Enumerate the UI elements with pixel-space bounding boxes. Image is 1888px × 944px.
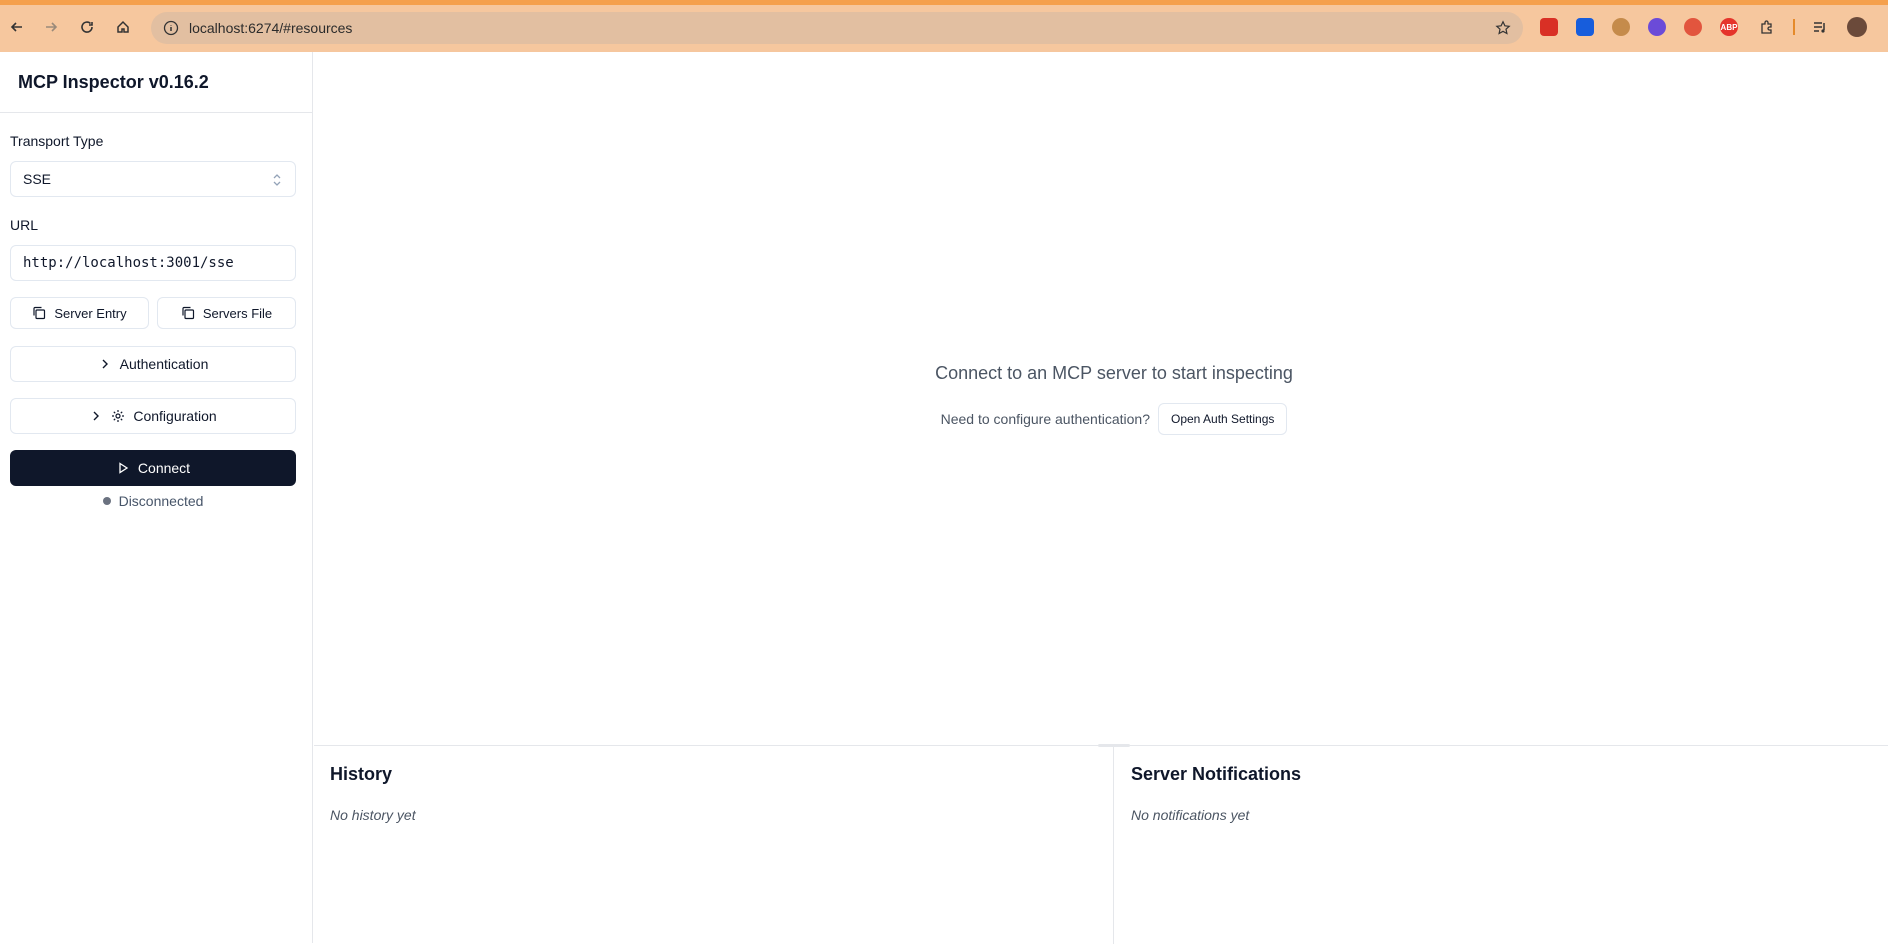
reload-button[interactable] [75, 15, 99, 39]
configuration-label: Configuration [133, 408, 217, 424]
empty-state-title: Connect to an MCP server to start inspec… [935, 363, 1293, 383]
browser-toolbar: localhost:6274/#resources ABP [0, 0, 1888, 52]
app-title: MCP Inspector v0.16.2 [18, 71, 209, 92]
arrow-right-icon [46, 22, 58, 32]
bitwarden-icon[interactable] [1576, 18, 1594, 36]
bottom-panels: History No history yet Server Notificati… [314, 744, 1888, 944]
status-text: Disconnected [118, 493, 204, 509]
toolbar-divider [1793, 19, 1795, 35]
main-panel: Connect to an MCP server to start inspec… [314, 52, 1888, 744]
authentication-label: Authentication [119, 356, 209, 372]
servers-file-button[interactable]: Servers File [157, 297, 296, 329]
server-entry-label: Server Entry [54, 305, 127, 321]
media-button[interactable] [1808, 15, 1832, 39]
bookmark-star-icon[interactable] [1495, 20, 1511, 36]
transport-type-label: Transport Type [10, 133, 104, 149]
authentication-toggle[interactable]: Authentication [10, 346, 296, 382]
history-empty-text: No history yet [330, 807, 416, 823]
history-title: History [330, 764, 393, 784]
home-button[interactable] [111, 15, 135, 39]
auth-prompt-row: Need to configure authentication? Open A… [314, 403, 1888, 435]
configuration-toggle[interactable]: Configuration [10, 398, 296, 434]
server-notifications-panel: Server Notifications No notifications ye… [1115, 746, 1888, 944]
notifications-empty-text: No notifications yet [1131, 807, 1250, 823]
connection-status: Disconnected [0, 493, 306, 509]
site-info-icon[interactable] [163, 20, 179, 36]
sidebar-header: MCP Inspector v0.16.2 [0, 52, 312, 113]
play-icon [119, 462, 129, 474]
blocker-icon[interactable] [1648, 18, 1666, 36]
connect-button[interactable]: Connect [10, 450, 296, 486]
connect-label: Connect [137, 460, 191, 476]
forward-button[interactable] [39, 15, 63, 39]
transport-type-select[interactable]: SSE [10, 161, 296, 197]
open-auth-settings-button[interactable]: Open Auth Settings [1157, 403, 1288, 435]
adblock-icon[interactable]: ABP [1720, 18, 1738, 36]
status-dot [102, 497, 111, 505]
arrow-left-icon [10, 22, 22, 32]
auth-prompt-text: Need to configure authentication? [940, 411, 1150, 427]
chevron-right-icon [93, 411, 100, 421]
reload-icon [81, 21, 93, 33]
puzzle-icon [1761, 20, 1772, 34]
chevrons-up-down-icon [273, 174, 281, 186]
cookie-icon[interactable] [1612, 18, 1630, 36]
ublock-icon[interactable] [1540, 18, 1558, 36]
copy-icon [33, 306, 46, 320]
url-label: URL [10, 217, 39, 233]
home-icon [117, 20, 129, 33]
s-icon[interactable] [1684, 18, 1702, 36]
server-notifications-title: Server Notifications [1131, 764, 1302, 784]
back-button[interactable] [5, 15, 29, 39]
extensions-button[interactable] [1755, 15, 1779, 39]
copy-icon [182, 306, 194, 320]
chevron-right-icon [102, 359, 108, 369]
media-queue-icon [1814, 22, 1825, 33]
servers-file-label: Servers File [202, 305, 273, 321]
server-entry-button[interactable]: Server Entry [10, 297, 149, 329]
profile-avatar[interactable] [1847, 17, 1867, 37]
history-panel: History No history yet [314, 746, 1114, 944]
transport-type-value: SSE [23, 171, 52, 187]
address-bar[interactable]: localhost:6274/#resources [151, 12, 1523, 44]
url-input[interactable] [10, 245, 296, 281]
browser-tab-strip [0, 0, 1888, 5]
sidebar: MCP Inspector v0.16.2 Transport Type SSE… [0, 52, 313, 943]
gear-icon [112, 410, 125, 422]
address-bar-url: localhost:6274/#resources [189, 20, 353, 36]
